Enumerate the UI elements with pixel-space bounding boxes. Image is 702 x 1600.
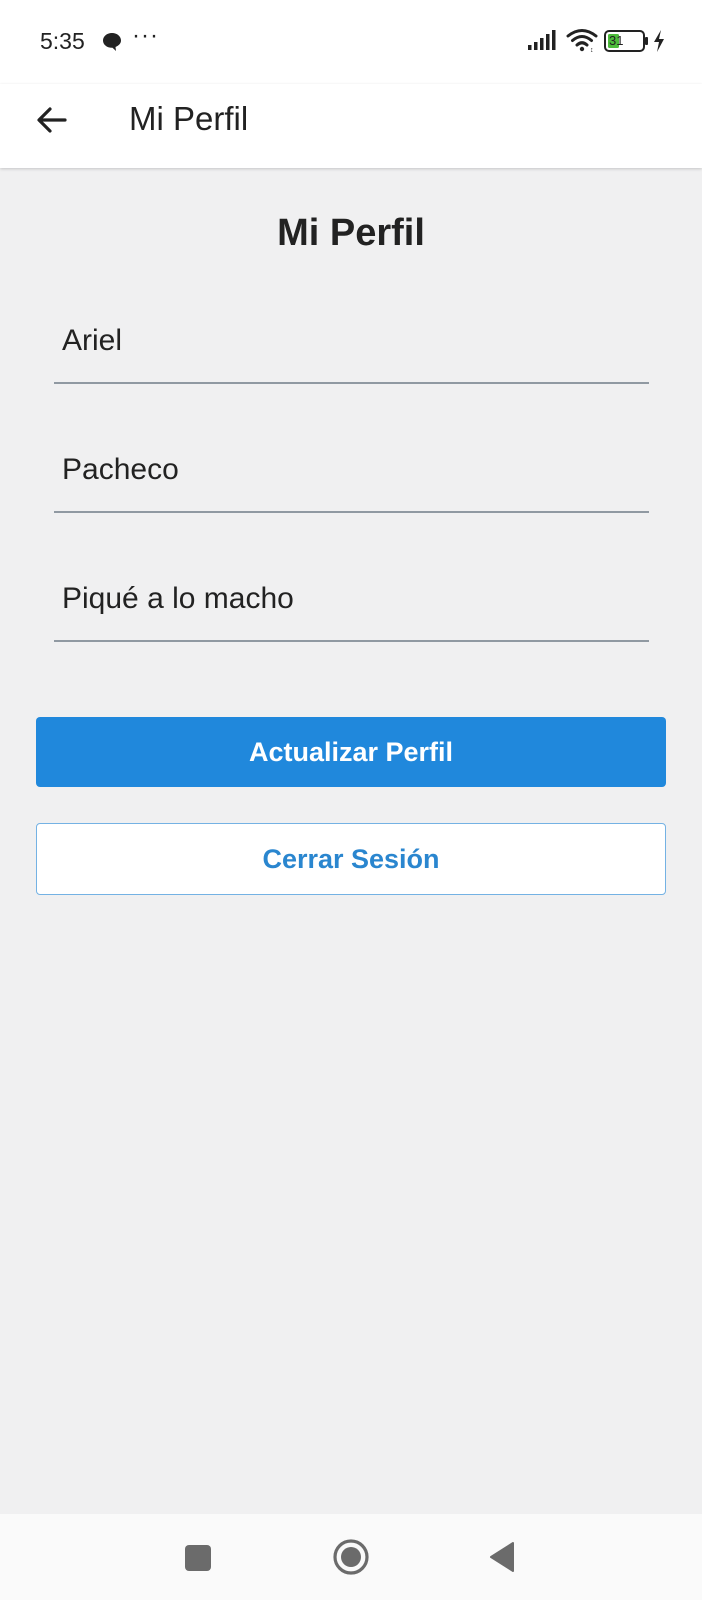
chat-bubble-icon	[102, 32, 122, 57]
charging-bolt-icon	[652, 29, 666, 58]
battery-level: 31	[609, 33, 624, 48]
first-name-input[interactable]	[62, 324, 642, 358]
app-bar: Mi Perfil	[0, 84, 702, 168]
back-triangle-icon[interactable]	[488, 1541, 516, 1578]
last-name-field	[54, 447, 649, 513]
nickname-input[interactable]	[62, 582, 642, 616]
logout-button[interactable]: Cerrar Sesión	[36, 823, 666, 895]
nickname-field	[54, 576, 649, 642]
last-name-input[interactable]	[62, 453, 642, 487]
system-navigation-bar	[0, 1514, 702, 1600]
update-profile-button[interactable]: Actualizar Perfil	[36, 717, 666, 787]
wifi-icon: ↕	[566, 28, 598, 57]
first-name-field	[54, 318, 649, 384]
svg-text:↕: ↕	[590, 47, 594, 52]
page-title: Mi Perfil	[277, 212, 425, 254]
status-bar: 5:35 ··· ↕ 31	[0, 0, 702, 84]
signal-icon	[528, 30, 558, 55]
arrow-left-icon[interactable]	[34, 102, 70, 138]
home-circle-icon[interactable]	[332, 1538, 370, 1581]
more-notifications-icon: ···	[132, 22, 159, 49]
app-bar-title: Mi Perfil	[129, 100, 249, 137]
recents-square-icon[interactable]	[185, 1545, 211, 1576]
status-time: 5:35	[40, 28, 85, 54]
